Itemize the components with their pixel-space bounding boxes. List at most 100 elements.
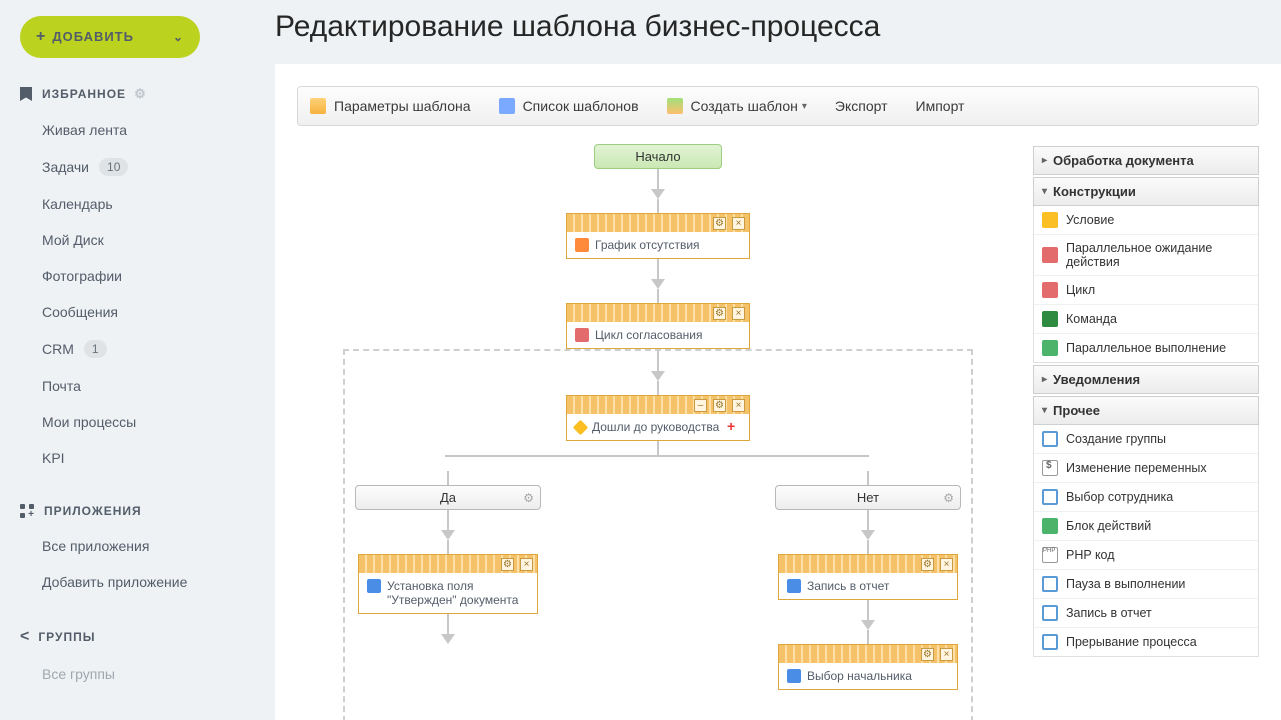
gear-icon[interactable]: ⚙ — [943, 491, 954, 505]
node-schedule[interactable]: ⚙× График отсутствия — [566, 213, 750, 259]
start-node[interactable]: Начало — [594, 144, 722, 169]
gear-icon[interactable]: ⚙ — [921, 558, 934, 571]
gear-icon[interactable]: ⚙ — [713, 217, 726, 230]
gear-icon[interactable]: ⚙ — [523, 491, 534, 505]
toolbar-list[interactable]: Список шаблонов — [499, 98, 639, 114]
favorites-header: ИЗБРАННОЕ ⚙ — [20, 86, 225, 102]
vars-icon — [1042, 460, 1058, 476]
nav-messages[interactable]: Сообщения — [20, 294, 225, 330]
create-icon — [667, 98, 683, 114]
toolbar-import[interactable]: Импорт — [916, 98, 965, 114]
item-stop-process[interactable]: Прерывание процесса — [1034, 628, 1258, 656]
page-title: Редактирование шаблона бизнес-процесса — [275, 10, 1281, 44]
report-icon — [1042, 605, 1058, 621]
item-cycle[interactable]: Цикл — [1034, 276, 1258, 305]
nav-calendar[interactable]: Календарь — [20, 186, 225, 222]
stop-icon — [1042, 634, 1058, 650]
toolbar-params[interactable]: Параметры шаблона — [310, 98, 471, 114]
close-icon[interactable]: × — [520, 558, 533, 571]
nav-add-app[interactable]: Добавить приложение — [20, 564, 225, 600]
node-approval-cycle[interactable]: ⚙× Цикл согласования — [566, 303, 750, 349]
employee-icon — [1042, 489, 1058, 505]
condition-icon — [1042, 212, 1058, 228]
gear-icon[interactable]: ⚙ — [134, 86, 147, 102]
item-change-vars[interactable]: Изменение переменных — [1034, 454, 1258, 483]
triangle-right-icon: ▸ — [1042, 155, 1047, 166]
plus-icon: + — [36, 28, 46, 45]
add-label: ДОБАВИТЬ — [52, 29, 134, 44]
chevron-down-icon: ⌄ — [173, 30, 184, 44]
toolbar-create[interactable]: Создать шаблон▾ — [667, 98, 807, 114]
item-command[interactable]: Команда — [1034, 305, 1258, 334]
command-icon — [1042, 311, 1058, 327]
nav-kpi[interactable]: KPI — [20, 440, 225, 476]
nav-photos[interactable]: Фотографии — [20, 258, 225, 294]
close-icon[interactable]: × — [940, 648, 953, 661]
gear-icon[interactable]: ⚙ — [501, 558, 514, 571]
condition-icon — [573, 420, 589, 436]
close-icon[interactable]: × — [732, 217, 745, 230]
acc-notifications[interactable]: ▸Уведомления — [1033, 365, 1259, 394]
triangle-down-icon: ▾ — [1042, 186, 1047, 197]
params-icon — [310, 98, 326, 114]
acc-constructs[interactable]: ▾Конструкции — [1033, 177, 1259, 206]
add-branch-icon[interactable]: + — [727, 420, 741, 434]
item-condition[interactable]: Условие — [1034, 206, 1258, 235]
gear-icon[interactable]: ⚙ — [713, 307, 726, 320]
user-icon — [787, 669, 801, 683]
cycle-icon — [575, 328, 589, 342]
item-select-employee[interactable]: Выбор сотрудника — [1034, 483, 1258, 512]
activities-panel: ▸Обработка документа ▾Конструкции Услови… — [1033, 144, 1259, 720]
pause-icon — [1042, 576, 1058, 592]
triangle-down-icon: ▾ — [1042, 405, 1047, 416]
add-button[interactable]: + ДОБАВИТЬ ⌄ — [20, 16, 200, 58]
cycle-icon — [1042, 282, 1058, 298]
close-icon[interactable]: × — [732, 307, 745, 320]
process-canvas: Начало ⚙× График отсутствия ⚙× Цикл согл… — [297, 144, 1019, 720]
toolbar-export[interactable]: Экспорт — [835, 98, 888, 114]
nav-all-groups[interactable]: Все группы — [20, 656, 225, 692]
triangle-right-icon: ▸ — [1042, 374, 1047, 385]
edit-icon — [367, 579, 381, 593]
apps-header: ПРИЛОЖЕНИЯ — [20, 504, 225, 518]
acc-doc-processing[interactable]: ▸Обработка документа — [1033, 146, 1259, 175]
nav-crm[interactable]: CRM1 — [20, 330, 225, 368]
gear-icon[interactable]: ⚙ — [921, 648, 934, 661]
toolbar: Параметры шаблона Список шаблонов Создат… — [297, 86, 1259, 126]
node-write-report[interactable]: ⚙× Запись в отчет — [778, 554, 958, 600]
groups-header: ГРУППЫ — [20, 628, 225, 646]
cycle-container: –⚙× Дошли до руководства+ Да⚙ ⚙× Устано — [343, 349, 973, 720]
item-php-code[interactable]: PHP код — [1034, 541, 1258, 570]
nav-disk[interactable]: Мой Диск — [20, 222, 225, 258]
list-icon — [499, 98, 515, 114]
acc-other[interactable]: ▾Прочее — [1033, 396, 1259, 425]
minimize-icon[interactable]: – — [694, 399, 707, 412]
item-parallel-wait[interactable]: Параллельное ожидание действия — [1034, 235, 1258, 276]
tasks-badge: 10 — [99, 158, 128, 176]
nav-live-feed[interactable]: Живая лента — [20, 112, 225, 148]
item-pause[interactable]: Пауза в выполнении — [1034, 570, 1258, 599]
node-reached-management[interactable]: –⚙× Дошли до руководства+ — [566, 395, 750, 441]
close-icon[interactable]: × — [940, 558, 953, 571]
parallel-wait-icon — [1042, 247, 1058, 263]
item-write-report[interactable]: Запись в отчет — [1034, 599, 1258, 628]
crm-badge: 1 — [84, 340, 107, 358]
node-select-manager[interactable]: ⚙× Выбор начальника — [778, 644, 958, 690]
item-parallel-exec[interactable]: Параллельное выполнение — [1034, 334, 1258, 362]
caret-down-icon: ▾ — [802, 101, 807, 112]
parallel-exec-icon — [1042, 340, 1058, 356]
item-action-block[interactable]: Блок действий — [1034, 512, 1258, 541]
close-icon[interactable]: × — [732, 399, 745, 412]
bookmark-icon — [20, 87, 32, 101]
branch-yes[interactable]: Да⚙ — [355, 485, 541, 510]
branch-no[interactable]: Нет⚙ — [775, 485, 961, 510]
nav-tasks[interactable]: Задачи10 — [20, 148, 225, 186]
item-create-group[interactable]: Создание группы — [1034, 425, 1258, 454]
apps-icon — [20, 504, 34, 518]
node-set-approved[interactable]: ⚙× Установка поля "Утвержден" документа — [358, 554, 538, 614]
gear-icon[interactable]: ⚙ — [713, 399, 726, 412]
nav-all-apps[interactable]: Все приложения — [20, 528, 225, 564]
nav-processes[interactable]: Мои процессы — [20, 404, 225, 440]
nav-mail[interactable]: Почта — [20, 368, 225, 404]
block-icon — [1042, 518, 1058, 534]
